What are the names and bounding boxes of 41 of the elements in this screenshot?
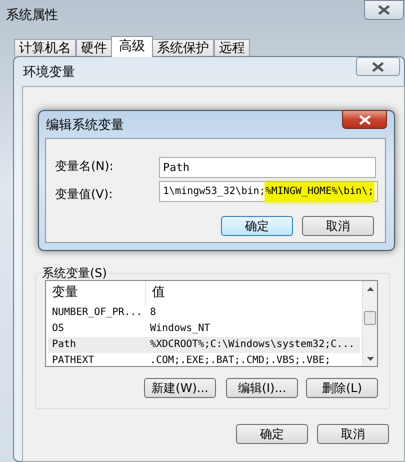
table-cell-text: NUMBER_OF_PR... [51, 306, 144, 320]
field-label: 变量名(N): [55, 158, 114, 175]
cancel-button[interactable]: 取消 [302, 216, 374, 236]
close-button[interactable] [364, 0, 404, 20]
table-cell-text: PATHEXT [51, 354, 96, 366]
tab[interactable]: 系统保护 [152, 39, 214, 57]
value-text: %MINGW_HOME%\bin\; [265, 182, 374, 202]
window-title: 编辑系统变量 [46, 117, 124, 135]
tab[interactable]: 远程 [214, 39, 250, 57]
scroll-down-icon[interactable] [367, 357, 374, 361]
list-row[interactable]: Path %XDCROOT%;C:\Windows\system32;C... [48, 337, 360, 353]
input-field[interactable]: 1\mingw53_32\bin;%MINGW_HOME%\bin\; [159, 181, 378, 202]
table-cell-text: OS [51, 322, 66, 336]
value-text: 1\mingw53_32\bin; [162, 186, 266, 198]
table-cell-text: Windows_NT [149, 322, 212, 336]
scroll-thumb[interactable] [364, 311, 376, 325]
group-label: 系统变量(S) [41, 264, 108, 282]
close-icon [372, 62, 384, 72]
input-field[interactable]: Path [159, 157, 376, 178]
window-title: 系统属性 [6, 7, 58, 25]
table-cell-text: 8 [149, 306, 158, 320]
close-icon [358, 114, 370, 124]
field-label: 变量值(V): [55, 186, 113, 203]
dialog-button[interactable]: 取消 [317, 424, 389, 444]
tab[interactable]: 高级 [111, 36, 153, 57]
close-button[interactable] [356, 57, 400, 76]
close-button[interactable] [342, 110, 387, 129]
table-cell-text: .COM;.EXE;.BAT;.CMD;.VBS;.VBE; [149, 354, 332, 366]
scroll-up-icon[interactable] [367, 287, 374, 291]
table-cell-text: %XDCROOT%;C:\Windows\system32;C... [149, 338, 356, 352]
dialog-button[interactable]: 删除(L) [306, 378, 378, 398]
table-cell-text: Path [51, 338, 78, 352]
ok-button[interactable]: 确定 [221, 216, 293, 236]
tab[interactable]: 硬件 [76, 39, 112, 57]
dialog-button[interactable]: 编辑(I)... [226, 378, 298, 398]
scrollbar[interactable] [362, 281, 377, 366]
close-icon [378, 5, 390, 15]
dialog-button[interactable]: 新建(W)... [144, 378, 216, 398]
tab[interactable]: 计算机名 [14, 39, 76, 57]
window-title: 环境变量 [23, 64, 75, 82]
dialog-button[interactable]: 确定 [236, 424, 308, 444]
